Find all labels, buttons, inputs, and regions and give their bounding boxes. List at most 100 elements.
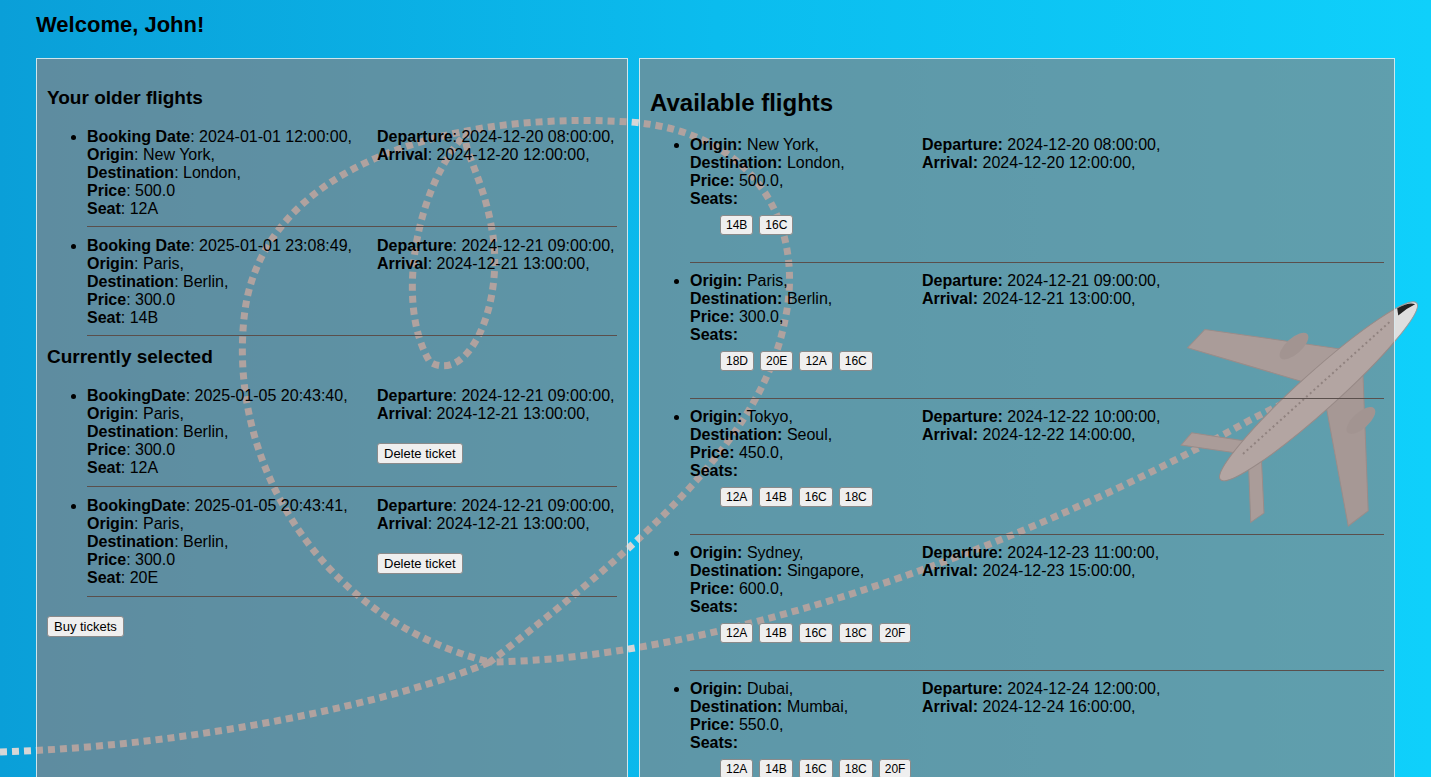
field-label: Destination:	[690, 562, 782, 579]
seat-row: 12A 14B 16C 18C 20F	[720, 623, 911, 643]
field-label: Departure	[377, 237, 453, 254]
field-label: Price:	[690, 172, 734, 189]
flight-field: Origin: Tokyo,	[690, 408, 793, 426]
flight-field: Departure: 2024-12-21 09:00:00,	[377, 387, 614, 405]
seat-button[interactable]: 18D	[720, 351, 754, 371]
older-flight-item: Booking Date: 2024-01-01 12:00:00,Origin…	[87, 128, 617, 227]
available-flight-item: Origin: New York,Destination: London,Pri…	[690, 136, 1384, 263]
flight-field: Departure: 2024-12-20 08:00:00,	[922, 136, 1160, 154]
field-label: Origin	[87, 146, 134, 163]
flight-field: Arrival: 2024-12-20 12:00:00,	[922, 154, 1136, 172]
flight-field: Destination: Singapore,	[690, 562, 864, 580]
delete-ticket-button[interactable]: Delete ticket	[377, 553, 463, 574]
field-label: Price	[87, 551, 126, 568]
seat-button[interactable]: 14B	[759, 623, 792, 643]
delete-ticket-button[interactable]: Delete ticket	[377, 443, 463, 464]
field-label: Arrival	[377, 255, 428, 272]
field-label: Origin	[87, 255, 134, 272]
flight-field: Seat: 12A	[87, 200, 158, 218]
flight-field: Origin: New York,	[87, 146, 215, 164]
available-flight-item: Origin: Sydney,Destination: Singapore,Pr…	[690, 544, 1384, 671]
seat-button[interactable]: 20F	[879, 623, 912, 643]
field-label: BookingDate	[87, 387, 186, 404]
field-label: Price	[87, 291, 126, 308]
flight-field: Arrival: 2024-12-21 13:00:00,	[922, 290, 1136, 308]
seat-button[interactable]: 18C	[839, 487, 873, 507]
field-label: Origin:	[690, 136, 742, 153]
seat-row: 12A 14B 16C 18C 20F	[720, 759, 911, 777]
seat-button[interactable]: 14B	[759, 759, 792, 777]
flight-field: Arrival: 2024-12-20 12:00:00,	[377, 146, 590, 164]
selected-flights-list: BookingDate: 2025-01-05 20:43:40,Origin:…	[47, 387, 617, 597]
flight-field: Origin: Paris,	[690, 272, 788, 290]
flight-field: Price: 450.0,	[690, 444, 783, 462]
flight-field: Destination: Berlin,	[87, 273, 228, 291]
seat-button[interactable]: 12A	[799, 351, 832, 371]
section-title: Your older flights	[47, 87, 617, 109]
field-label: Origin	[87, 405, 134, 422]
flight-field: Origin: Dubai,	[690, 680, 793, 698]
flight-field: Departure: 2024-12-21 09:00:00,	[922, 272, 1160, 290]
field-label: Price:	[690, 444, 734, 461]
seat-button[interactable]: 18C	[839, 623, 873, 643]
older-flights-list: Booking Date: 2024-01-01 12:00:00,Origin…	[47, 128, 617, 336]
seat-row: 12A 14B 16C 18C	[720, 487, 873, 507]
field-label: Destination:	[690, 290, 782, 307]
flight-field: Origin: Paris,	[87, 255, 184, 273]
older-flight-item: Booking Date: 2025-01-01 23:08:49,Origin…	[87, 237, 617, 336]
field-label: Destination	[87, 533, 174, 550]
field-label: Departure:	[922, 544, 1003, 561]
field-label: Price	[87, 182, 126, 199]
flight-field: Origin: Paris,	[87, 405, 184, 423]
seat-row: 14B 16C	[720, 215, 793, 235]
seat-button[interactable]: 12A	[720, 487, 753, 507]
field-label: Seat	[87, 459, 121, 476]
seat-button[interactable]: 16C	[839, 351, 873, 371]
flight-field: Seat: 12A	[87, 459, 158, 477]
flight-field: Destination: London,	[87, 164, 241, 182]
field-label: Departure	[377, 497, 453, 514]
flight-field: Arrival: 2024-12-22 14:00:00,	[922, 426, 1136, 444]
field-label: Arrival:	[922, 562, 978, 579]
field-label: Price:	[690, 716, 734, 733]
flight-field: BookingDate: 2025-01-05 20:43:41,	[87, 497, 348, 515]
seat-button[interactable]: 14B	[759, 487, 792, 507]
flight-field: Price: 500.0	[87, 182, 175, 200]
field-label: Seat	[87, 200, 121, 217]
field-label: Price	[87, 441, 126, 458]
seat-button[interactable]: 20F	[879, 759, 912, 777]
field-label: Arrival:	[922, 426, 978, 443]
field-label: Arrival:	[922, 154, 978, 171]
seat-row: 18D 20E 12A 16C	[720, 351, 873, 371]
seat-button[interactable]: 18C	[839, 759, 873, 777]
buy-tickets-button[interactable]: Buy tickets	[47, 616, 124, 637]
flight-field: Price: 500.0,	[690, 172, 783, 190]
flight-field: Seat: 20E	[87, 569, 158, 587]
seat-button[interactable]: 16C	[759, 215, 793, 235]
seats-label: Seats:	[690, 190, 738, 208]
seat-button[interactable]: 14B	[720, 215, 753, 235]
field-label: Destination:	[690, 698, 782, 715]
field-label: Departure	[377, 128, 453, 145]
flight-field: Origin: Sydney,	[690, 544, 804, 562]
welcome-title: Welcome, John!	[36, 0, 1395, 38]
seat-button[interactable]: 16C	[799, 623, 833, 643]
field-label: Origin:	[690, 272, 742, 289]
bookings-panel: Your older flights Booking Date: 2024-01-…	[36, 58, 628, 777]
field-label: Seat	[87, 309, 121, 326]
seat-button[interactable]: 16C	[799, 759, 833, 777]
flight-field: Departure: 2024-12-23 11:00:00,	[922, 544, 1159, 562]
field-label: Destination	[87, 423, 174, 440]
seats-label: Seats:	[690, 462, 738, 480]
field-label: Departure	[377, 387, 453, 404]
field-label: Departure:	[922, 680, 1003, 697]
panel-title: Available flights	[650, 89, 1384, 117]
seat-button[interactable]: 20E	[760, 351, 793, 371]
flight-field: Destination: Mumbai,	[690, 698, 848, 716]
flight-field: Arrival: 2024-12-21 13:00:00,	[377, 255, 590, 273]
seat-button[interactable]: 12A	[720, 623, 753, 643]
seat-button[interactable]: 16C	[799, 487, 833, 507]
seat-button[interactable]: 12A	[720, 759, 753, 777]
available-flight-item: Origin: Tokyo,Destination: Seoul,Price: …	[690, 408, 1384, 535]
field-label: Origin:	[690, 408, 742, 425]
